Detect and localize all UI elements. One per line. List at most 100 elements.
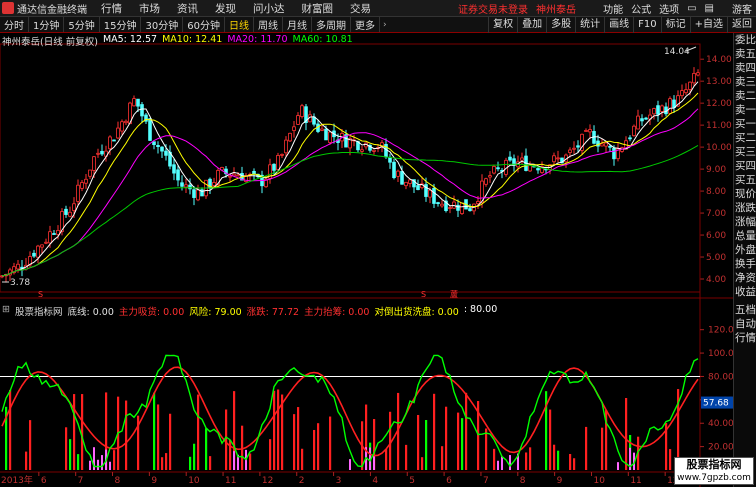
candle-body xyxy=(68,211,72,217)
candle-body xyxy=(612,148,616,160)
candle-body xyxy=(372,149,376,152)
sidebar-quote-item-2[interactable]: 卖四 xyxy=(734,61,756,75)
candle-body xyxy=(292,126,296,131)
sidebar-quote-item-5[interactable]: 卖一 xyxy=(734,103,756,117)
ind-bar xyxy=(77,454,80,470)
candle-body xyxy=(360,149,364,152)
candle-body xyxy=(388,156,392,163)
high-price-label: 14.04 xyxy=(664,47,690,57)
sidebar-quote-item-6[interactable]: 买一 xyxy=(734,117,756,131)
sidebar-quote-item-8[interactable]: 买三 xyxy=(734,145,756,159)
ind-tick-label: 40.00 xyxy=(708,419,733,429)
candle-body xyxy=(608,145,612,148)
sidebar-quote-item-10[interactable]: 买五 xyxy=(734,173,756,187)
candle-body xyxy=(180,182,184,187)
candle-body xyxy=(428,189,432,198)
sidebar-quote-item-1[interactable]: 卖五 xyxy=(734,47,756,61)
ind-bar xyxy=(329,416,332,470)
candle-body xyxy=(640,118,644,122)
candle-body xyxy=(692,73,696,84)
candle-body xyxy=(108,136,112,150)
sidebar-quote-item-9[interactable]: 买四 xyxy=(734,159,756,173)
signal-marker: S xyxy=(421,290,426,299)
candle-body xyxy=(284,139,288,154)
sidebar-quote-item-12[interactable]: 涨跌 xyxy=(734,201,756,215)
indicator-name[interactable]: 股票指标网 xyxy=(15,304,63,318)
candle-body xyxy=(52,233,56,235)
ind-bar xyxy=(385,449,388,470)
x-tick-label: 5 xyxy=(409,476,415,486)
candle-body xyxy=(584,130,588,132)
sidebar-quote-item-3[interactable]: 卖三 xyxy=(734,75,756,89)
ma5-label: MA5: 12.57 xyxy=(102,34,158,45)
sidebar-tab-item-0[interactable]: 五档 xyxy=(734,303,756,317)
sidebar-quote-item-7[interactable]: 买二 xyxy=(734,131,756,145)
ind-pink-bar xyxy=(233,451,235,470)
ind-bar xyxy=(573,458,576,470)
candle-body xyxy=(32,252,36,257)
ind-bar xyxy=(113,450,116,470)
price-tick-label: 4.00 xyxy=(706,275,726,285)
sidebar-quote-item-16[interactable]: 换手 xyxy=(734,257,756,271)
price-tick-label: 10.00 xyxy=(706,143,732,153)
ind-pink-bar xyxy=(349,459,351,470)
candle-body xyxy=(436,202,440,204)
ind-bar xyxy=(625,397,628,470)
sidebar-quote-item-11[interactable]: 现价 xyxy=(734,187,756,201)
sidebar-quote-item-4[interactable]: 卖二 xyxy=(734,89,756,103)
candle-body xyxy=(552,155,556,163)
x-tick-label: 7 xyxy=(78,476,84,486)
ind-line-80: : 80.00 xyxy=(463,304,498,315)
ind-bar xyxy=(601,427,604,470)
ind-bar xyxy=(9,389,12,470)
candle-body xyxy=(652,108,656,115)
candle-body xyxy=(628,137,632,140)
sidebar-quote-item-0[interactable]: 委比 xyxy=(734,33,756,47)
ind-pink-bar xyxy=(501,456,503,470)
candle-body xyxy=(636,115,640,130)
candle-body xyxy=(680,90,684,97)
main-legend: 神州泰岳(日线 前复权) MA5: 12.57 MA10: 12.41 MA20… xyxy=(2,34,353,48)
ind-bar xyxy=(405,444,408,470)
user-label[interactable]: 游客 xyxy=(732,1,752,16)
ma5-line xyxy=(1,81,699,277)
indicator-settings-icon[interactable]: ⊞ xyxy=(2,304,10,316)
candle-body xyxy=(236,174,240,177)
ind-bar xyxy=(297,407,300,470)
ind-bar xyxy=(313,429,316,470)
sidebar-quote-item-17[interactable]: 净资 xyxy=(734,271,756,285)
kline-chart[interactable]: 14.00 13.00 12.00 11.00 10.00 9.00 8.00 7.00 6.0… xyxy=(0,0,733,487)
x-tick-label: 9 xyxy=(151,476,157,486)
candle-body xyxy=(536,168,540,171)
ind-bar xyxy=(225,409,228,470)
current-value-label: 57.68 xyxy=(703,399,729,409)
ind-bar xyxy=(273,390,276,470)
sidebar-tab-item-2[interactable]: 行情 xyxy=(734,331,756,345)
price-tick-label: 9.00 xyxy=(706,165,726,175)
ind-line-baseline: 底线: 0.00 xyxy=(67,307,114,318)
sidebar-quote-item-13[interactable]: 涨幅 xyxy=(734,215,756,229)
sidebar-quote-item-14[interactable]: 总量 xyxy=(734,229,756,243)
price-tick-label: 14.00 xyxy=(706,55,732,65)
ind-line-wash: 对倒出货洗盘: 0.00 xyxy=(374,307,459,318)
x-tick-label: 2013年 xyxy=(1,474,33,486)
ind-bar xyxy=(389,411,392,470)
candle-body xyxy=(672,99,676,108)
candle-body xyxy=(188,184,192,190)
ind-bar xyxy=(269,439,272,470)
ind-bar xyxy=(669,449,672,470)
x-tick-label: 6 xyxy=(41,476,47,486)
candle-body xyxy=(148,118,152,141)
ind-bar xyxy=(441,446,444,470)
sidebar-quote-item-18[interactable]: 收益 xyxy=(734,285,756,299)
candle-body xyxy=(196,189,200,201)
candle-body xyxy=(328,131,332,143)
ind-bar xyxy=(29,420,32,470)
candle-body xyxy=(392,161,396,179)
candle-body xyxy=(120,121,124,132)
candle-body xyxy=(492,165,496,174)
sidebar-tab-item-1[interactable]: 自动 xyxy=(734,317,756,331)
sidebar-quote-item-15[interactable]: 外盘 xyxy=(734,243,756,257)
chart-title: 神州泰岳(日线 前复权) xyxy=(2,37,98,48)
candle-body xyxy=(112,139,116,142)
